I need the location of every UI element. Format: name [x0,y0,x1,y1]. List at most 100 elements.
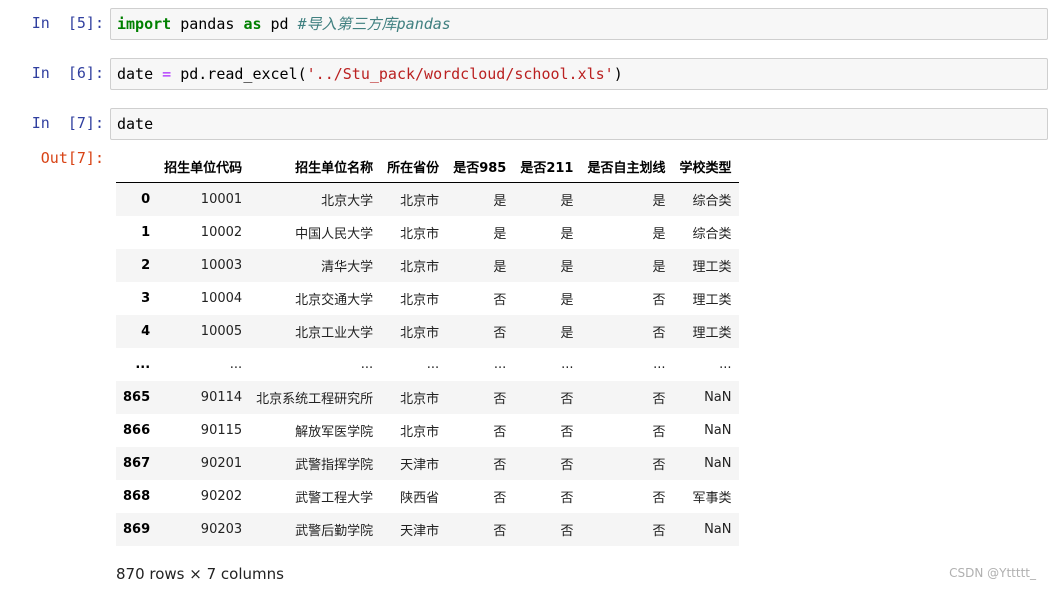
table-cell: 综合类 [692,227,732,242]
table-cell: NaN [704,423,732,438]
code-token: date [117,115,154,133]
table-row: 869 90203 武警后勤学院 天津市 否 否 否 NaN [116,513,739,546]
table-cell: 90203 [200,522,243,537]
table-cell: 是 [493,194,507,209]
table-cell: 否 [560,392,574,407]
table-cell: NaN [704,390,732,405]
table-cell: 10003 [200,258,243,273]
row-index: 0 [141,192,151,207]
table-cell: 武警工程大学 [295,491,374,506]
table-cell: 否 [652,425,666,440]
table-row: 868 90202 武警工程大学 陕西省 否 否 否 军事类 [116,480,739,513]
table-cell: 否 [560,425,574,440]
column-header: 招生单位名称 [249,150,381,183]
code-token: pd [261,15,298,33]
table-row: 2 10003 清华大学 北京市 是 是 是 理工类 [116,249,739,282]
table-cell: 否 [560,524,574,539]
column-header: 所在省份 [380,150,447,183]
table-cell: 否 [493,293,507,308]
code-input[interactable]: date [110,108,1048,140]
table-cell: 10001 [200,192,243,207]
table-row: 0 10001 北京大学 北京市 是 是 是 综合类 [116,182,739,216]
code-token: pandas [171,15,244,33]
table-cell: 北京市 [400,425,440,440]
table-cell: 否 [493,425,507,440]
column-header: 是否985 [446,150,514,183]
table-row: 3 10004 北京交通大学 北京市 否 是 否 理工类 [116,282,739,315]
table-cell: ... [561,357,574,372]
table-cell: 否 [652,524,666,539]
row-index: ... [135,357,151,372]
watermark: CSDN @Yttttt_ [949,566,1036,580]
row-index: 2 [141,258,151,273]
table-cell: 否 [652,293,666,308]
table-cell: 是 [560,227,574,242]
table-cell: 是 [560,326,574,341]
table-cell: 是 [493,260,507,275]
table-cell: 理工类 [692,260,732,275]
table-cell: 10002 [200,225,243,240]
dataframe-table: 招生单位代码 招生单位名称 所在省份 是否985 是否211 是否自主划线 学校类型 0 10… [116,150,739,546]
table-cell: 北京市 [400,326,440,341]
row-index: 866 [123,423,151,438]
table-cell: 否 [493,458,507,473]
table-cell: NaN [704,456,732,471]
table-cell: 北京市 [400,194,440,209]
table-cell: 北京市 [400,260,440,275]
code-token: '../Stu_pack/wordcloud/school.xls' [306,65,614,83]
table-cell: ... [229,357,243,372]
column-header: 招生单位代码 [157,150,250,183]
row-index: 1 [141,225,151,240]
table-cell: 是 [560,293,574,308]
cell-prompt: In [6]: [31,64,104,82]
table-cell: 90201 [200,456,243,471]
table-cell: 武警后勤学院 [295,524,374,539]
table-cell: 解放军医学院 [295,425,374,440]
code-input[interactable]: import pandas as pd #导入第三方库pandas [110,8,1048,40]
table-cell: 否 [560,491,574,506]
table-cell: 否 [493,326,507,341]
table-cell: 否 [652,458,666,473]
table-cell: NaN [704,522,732,537]
table-cell: 综合类 [692,194,732,209]
table-cell: 北京市 [400,392,440,407]
row-index: 865 [123,390,151,405]
table-cell: 否 [560,458,574,473]
row-index: 868 [123,489,151,504]
table-cell: ... [653,357,666,372]
table-cell: 是 [652,260,666,275]
table-cell: 否 [652,491,666,506]
table-cell: 10005 [200,324,243,339]
table-cell: 北京工业大学 [295,326,374,341]
table-cell: 理工类 [692,326,732,341]
code-input[interactable]: date = pd.read_excel('../Stu_pack/wordcl… [110,58,1048,90]
table-cell: 否 [493,524,507,539]
table-cell: 是 [652,194,666,209]
table-row: 1 10002 中国人民大学 北京市 是 是 是 综合类 [116,216,739,249]
table-cell: 北京市 [400,293,440,308]
table-cell: 90115 [200,423,243,438]
table-cell: ... [426,357,440,372]
row-index: 867 [123,456,151,471]
table-cell: 陕西省 [400,491,440,506]
table-cell: ... [360,357,374,372]
table-row: 4 10005 北京工业大学 北京市 否 是 否 理工类 [116,315,739,348]
table-cell: 北京大学 [321,194,374,209]
table-cell: 理工类 [692,293,732,308]
table-cell: 否 [652,392,666,407]
table-cell: 天津市 [400,524,440,539]
table-cell: 天津市 [400,458,440,473]
row-index: 4 [141,324,151,339]
table-cell: ... [493,357,507,372]
cell-prompt: In [5]: [31,14,104,32]
table-cell: 北京市 [400,227,440,242]
table-cell: 是 [560,194,574,209]
table-cell: 否 [493,491,507,506]
dataframe-shape: 870 rows × 7 columns [116,565,284,583]
output-prompt: Out[7]: [40,149,104,167]
table-row: 866 90115 解放军医学院 北京市 否 否 否 NaN [116,414,739,447]
code-token: #导入第三方库pandas [297,15,451,33]
table-cell: 是 [493,227,507,242]
table-cell: 90202 [200,489,243,504]
table-cell: 90114 [200,390,243,405]
